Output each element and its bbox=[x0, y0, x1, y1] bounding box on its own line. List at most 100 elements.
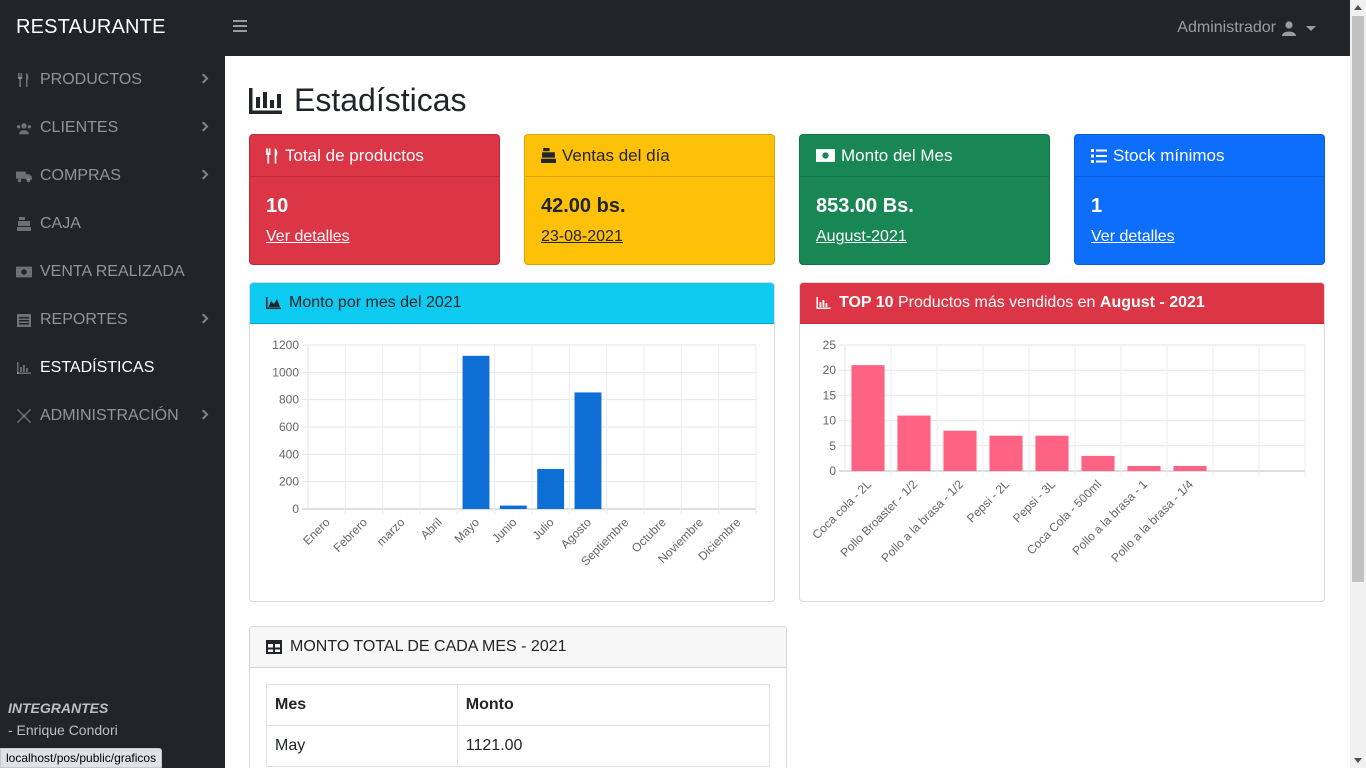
bar[interactable] bbox=[499, 505, 527, 509]
x-tick-label: Pepsi - 3L bbox=[1010, 477, 1058, 525]
app-brand[interactable]: RESTAURANTE bbox=[16, 16, 166, 39]
table-cell: May bbox=[266, 725, 458, 767]
panel-monto-total: MONTO TOTAL DE CADA MES - 2021 Mes Monto… bbox=[249, 626, 787, 768]
card-link[interactable]: Ver detalles bbox=[1091, 228, 1175, 246]
scroll-down-arrow-icon[interactable] bbox=[1354, 758, 1362, 763]
panel-title-bold: TOP 10 bbox=[839, 294, 894, 311]
y-tick-label: 20 bbox=[823, 363, 837, 377]
bar[interactable] bbox=[1173, 465, 1207, 471]
card-value: 10 bbox=[266, 195, 289, 217]
x-tick-label: Abril bbox=[418, 515, 445, 542]
users-icon bbox=[16, 121, 32, 135]
panel-header: TOP 10 Productos más vendidos en August … bbox=[800, 283, 1324, 324]
chart-bar-icon bbox=[249, 87, 282, 114]
bar[interactable] bbox=[574, 392, 602, 509]
chevron-right-icon bbox=[198, 409, 209, 420]
cash-register-icon bbox=[541, 148, 556, 163]
page-title: Estadísticas bbox=[249, 82, 467, 119]
sidebar-item-label: REPORTES bbox=[40, 311, 128, 328]
y-tick-label: 600 bbox=[279, 420, 299, 434]
sidebar-item-label: CLIENTES bbox=[40, 119, 119, 136]
bar[interactable] bbox=[943, 430, 977, 471]
y-tick-label: 1000 bbox=[272, 365, 299, 379]
y-tick-label: 200 bbox=[279, 475, 299, 489]
panel-title: TOP 10 Productos más vendidos en August … bbox=[839, 294, 1205, 312]
bar[interactable] bbox=[897, 415, 931, 471]
x-tick-label: Julio bbox=[529, 515, 557, 543]
card-ventas-dia: Ventas del día 42.00 bs. 23-08-2021 bbox=[524, 134, 775, 265]
y-tick-label: 400 bbox=[279, 447, 299, 461]
x-tick-label: Junio bbox=[489, 515, 519, 545]
card-title: Monto del Mes bbox=[841, 145, 953, 165]
sidebar-item-compras[interactable]: COMPRAS bbox=[0, 152, 225, 200]
chevron-down-icon bbox=[1306, 25, 1316, 31]
sidebar-item-caja[interactable]: CAJA bbox=[0, 200, 225, 248]
panel-title-middle: Productos más vendidos en bbox=[893, 294, 1100, 311]
sidebar-item-label: VENTA REALIZADA bbox=[40, 263, 185, 280]
chevron-right-icon bbox=[198, 169, 209, 180]
status-url: localhost/pos/public/graficos bbox=[0, 748, 163, 768]
y-tick-label: 1200 bbox=[272, 338, 299, 352]
cash-register-icon bbox=[16, 217, 32, 231]
user-menu[interactable]: Administrador bbox=[1177, 19, 1316, 37]
table-header-row: Mes Monto bbox=[266, 684, 771, 726]
sidebar-item-administracion[interactable]: ADMINISTRACIÓN bbox=[0, 392, 225, 440]
sidebar-item-label: ESTADÍSTICAS bbox=[40, 359, 155, 376]
card-link[interactable]: August-2021 bbox=[816, 228, 907, 246]
card-header: Total de productos bbox=[250, 135, 499, 177]
page-title-text: Estadísticas bbox=[294, 82, 467, 118]
y-tick-label: 5 bbox=[829, 439, 836, 453]
team-heading: INTEGRANTES bbox=[8, 700, 109, 716]
truck-icon bbox=[16, 169, 32, 183]
sidebar: PRODUCTOS CLIENTES COMPRAS CAJA VENTA RE… bbox=[0, 56, 225, 768]
menu-toggle-icon[interactable] bbox=[233, 20, 247, 34]
utensils-icon bbox=[16, 73, 32, 87]
column-header: Mes bbox=[266, 684, 458, 726]
y-tick-label: 0 bbox=[292, 502, 299, 516]
card-title: Ventas del día bbox=[562, 145, 670, 165]
scrollbar-thumb[interactable] bbox=[1352, 16, 1364, 582]
x-tick-label: Mayo bbox=[451, 515, 482, 546]
sidebar-item-productos[interactable]: PRODUCTOS bbox=[0, 56, 225, 104]
card-header: Monto del Mes bbox=[800, 135, 1049, 177]
money-bill-icon bbox=[16, 265, 32, 279]
card-link[interactable]: 23-08-2021 bbox=[541, 228, 623, 246]
sidebar-item-label: COMPRAS bbox=[40, 167, 121, 184]
monto-table: Mes Monto May 1121.00 bbox=[266, 684, 771, 767]
card-stock-minimos: Stock mínimos 1 Ver detalles bbox=[1074, 134, 1325, 265]
list-icon bbox=[1091, 148, 1107, 163]
sidebar-item-label: ADMINISTRACIÓN bbox=[40, 407, 179, 424]
user-name: Administrador bbox=[1177, 19, 1276, 36]
sidebar-item-reportes[interactable]: REPORTES bbox=[0, 296, 225, 344]
bar[interactable] bbox=[537, 468, 565, 509]
x-tick-label: Pollo a la brasa - 1/4 bbox=[1108, 477, 1196, 565]
sidebar-item-label: CAJA bbox=[40, 215, 81, 232]
bar[interactable] bbox=[851, 365, 885, 471]
bar[interactable] bbox=[989, 435, 1023, 471]
bar[interactable] bbox=[1035, 435, 1069, 471]
page-scrollbar[interactable] bbox=[1350, 0, 1366, 768]
sidebar-item-label: PRODUCTOS bbox=[40, 71, 142, 88]
x-tick-label: Pollo a la brasa - 1/2 bbox=[878, 477, 966, 565]
bar[interactable] bbox=[1127, 465, 1161, 471]
chevron-right-icon bbox=[198, 313, 209, 324]
sidebar-item-venta-realizada[interactable]: VENTA REALIZADA bbox=[0, 248, 225, 296]
chart-area-icon bbox=[266, 297, 281, 309]
chart-bar-icon bbox=[816, 297, 831, 309]
utensils-icon bbox=[266, 147, 278, 164]
card-value: 42.00 bs. bbox=[541, 195, 626, 217]
x-tick-label: Agosto bbox=[558, 515, 595, 552]
list-icon bbox=[16, 313, 32, 327]
card-header: Ventas del día bbox=[525, 135, 774, 177]
sidebar-item-clientes[interactable]: CLIENTES bbox=[0, 104, 225, 152]
card-value: 1 bbox=[1091, 195, 1103, 217]
bar[interactable] bbox=[462, 355, 490, 509]
top-navbar: RESTAURANTE Administrador bbox=[0, 0, 1350, 56]
sidebar-item-estadisticas[interactable]: ESTADÍSTICAS bbox=[0, 344, 225, 392]
bar[interactable] bbox=[1081, 455, 1115, 471]
scroll-up-arrow-icon[interactable] bbox=[1354, 5, 1362, 10]
card-header: Stock mínimos bbox=[1075, 135, 1324, 177]
team-member: - Enrique Condori bbox=[8, 722, 118, 738]
table-cell: 1121.00 bbox=[456, 725, 771, 767]
card-link[interactable]: Ver detalles bbox=[266, 228, 350, 246]
